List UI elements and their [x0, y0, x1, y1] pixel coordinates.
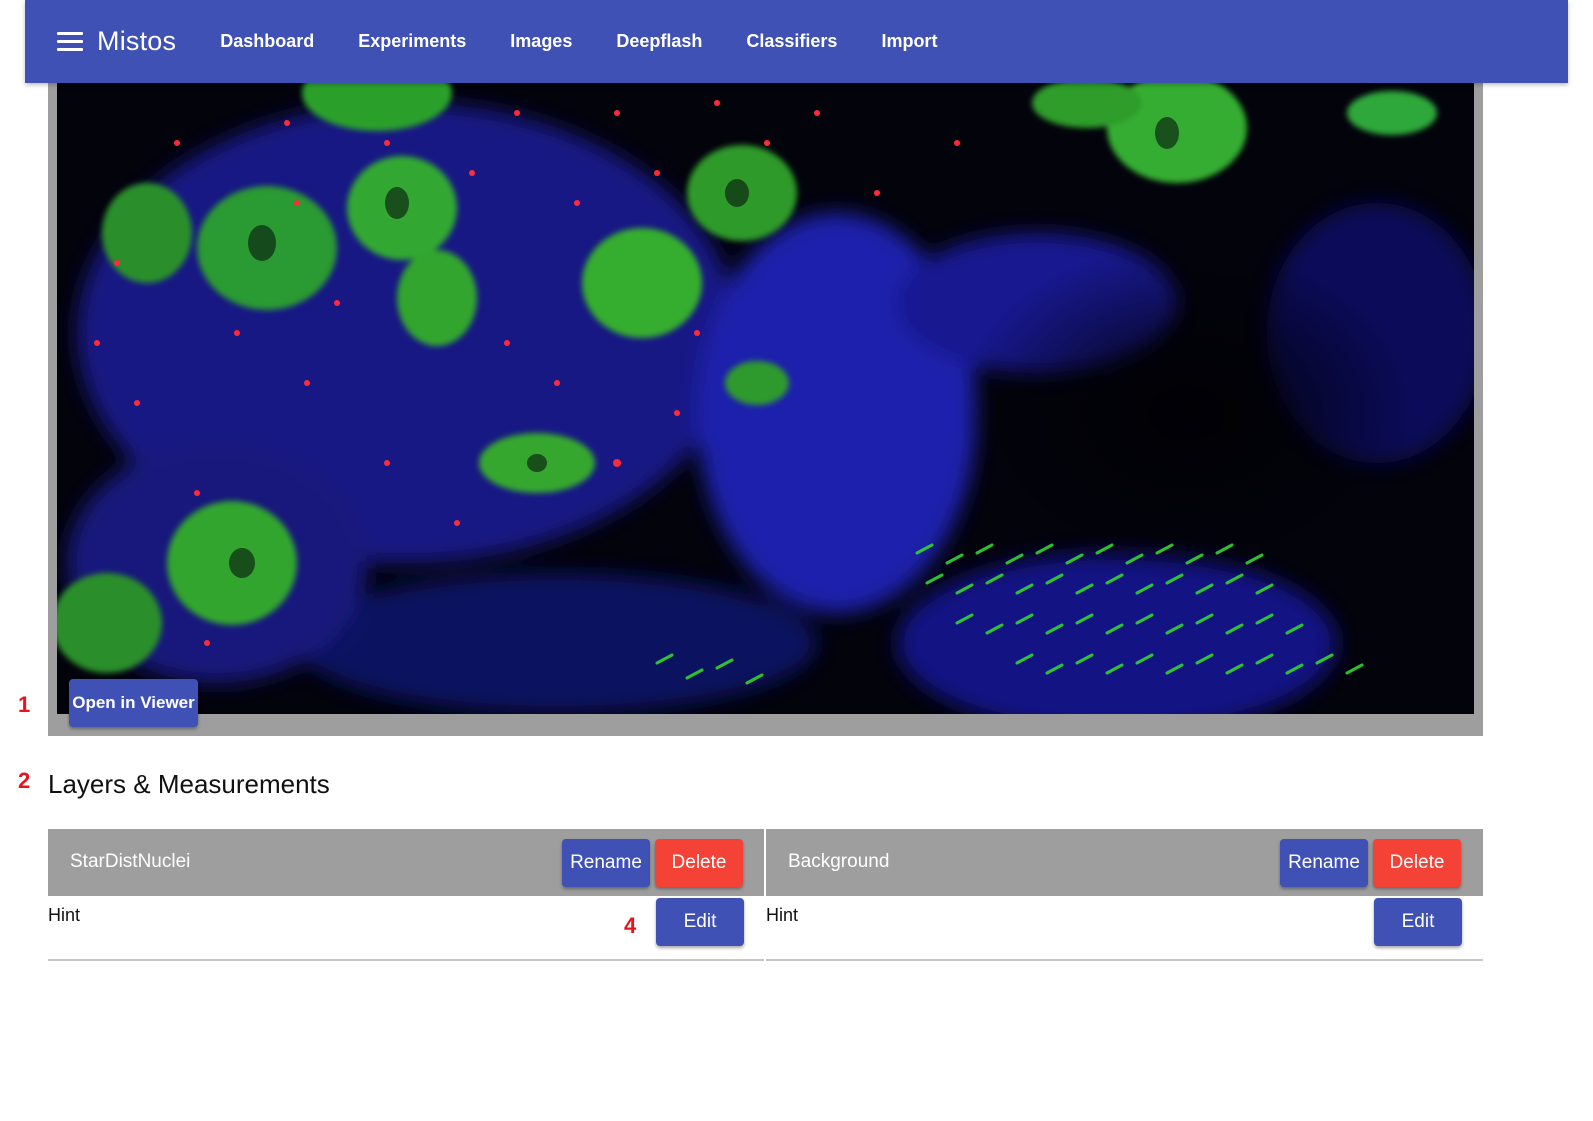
delete-button[interactable]: Delete: [655, 839, 743, 887]
layer-divider: [766, 959, 1483, 961]
page: Mistos Dashboard Experiments Images Deep…: [0, 0, 1593, 1121]
layer-panel-background: Background Rename Delete Hint Edit: [766, 829, 1483, 961]
microscopy-image-graphic: [57, 83, 1474, 714]
layer-divider: [48, 959, 764, 961]
nav-deepflash[interactable]: Deepflash: [594, 31, 724, 52]
section-title: Layers & Measurements: [48, 769, 330, 799]
layer-hint: Hint: [766, 905, 799, 925]
nav-dashboard[interactable]: Dashboard: [198, 31, 336, 52]
layer-hint: Hint: [48, 905, 81, 925]
layer-header: StarDistNuclei Rename Delete: [48, 829, 764, 896]
nav-experiments[interactable]: Experiments: [336, 31, 488, 52]
rename-button[interactable]: Rename: [1280, 839, 1368, 887]
hamburger-menu-icon[interactable]: [57, 32, 83, 51]
app-brand[interactable]: Mistos: [97, 26, 176, 57]
main-nav: Dashboard Experiments Images Deepflash C…: [198, 31, 959, 52]
app-bar: Mistos Dashboard Experiments Images Deep…: [25, 0, 1568, 83]
microscopy-image: [57, 83, 1474, 714]
delete-button[interactable]: Delete: [1373, 839, 1461, 887]
layer-panel-stardistnuclei: StarDistNuclei Rename Delete Hint Edit: [48, 829, 764, 961]
open-in-viewer-button[interactable]: Open in Viewer: [69, 679, 198, 727]
rename-button[interactable]: Rename: [562, 839, 650, 887]
layer-name: StarDistNuclei: [70, 851, 191, 872]
edit-button[interactable]: Edit: [1374, 898, 1462, 946]
annotation-marker-2: 2: [18, 768, 31, 793]
nav-classifiers[interactable]: Classifiers: [724, 31, 859, 52]
edit-button[interactable]: Edit: [656, 898, 744, 946]
annotation-marker-1: 1: [18, 692, 31, 717]
image-card: Open in Viewer: [48, 83, 1483, 736]
layer-header: Background Rename Delete: [766, 829, 1483, 896]
nav-import[interactable]: Import: [859, 31, 959, 52]
layer-name: Background: [788, 851, 890, 872]
nav-images[interactable]: Images: [488, 31, 594, 52]
